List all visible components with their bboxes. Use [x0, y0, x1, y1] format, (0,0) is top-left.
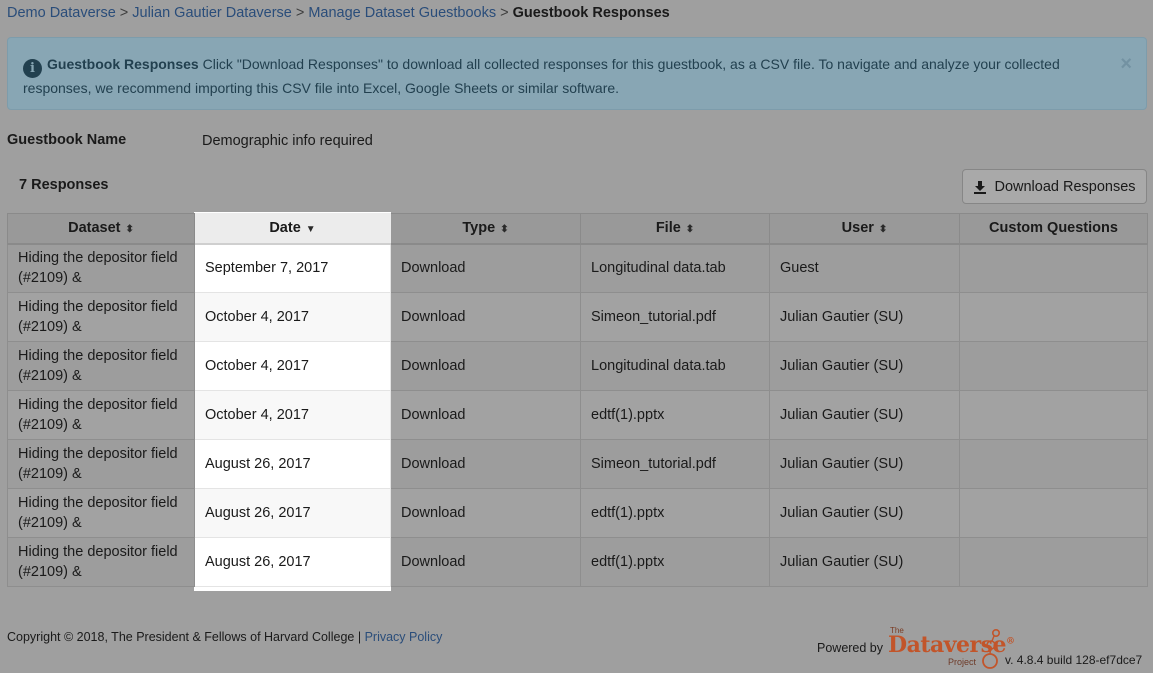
custom-questions-cell	[959, 537, 1148, 587]
info-alert: i Guestbook Responses Click "Download Res…	[7, 37, 1147, 110]
sort-icon: ⬍	[685, 224, 695, 236]
sort-icon: ⬍	[878, 224, 888, 236]
powered-by-label: Powered by	[817, 641, 884, 655]
guestbook-name-value: Demographic info required	[202, 133, 373, 149]
dataset-cell: Hiding the depositor field (#2109) &	[7, 537, 195, 587]
dataset-cell: Hiding the depositor field (#2109) &	[7, 292, 195, 342]
dataset-cell: Hiding the depositor field (#2109) &	[7, 341, 195, 391]
dataset-cell: Hiding the depositor field (#2109) &	[7, 243, 195, 293]
dataset-cell: Hiding the depositor field (#2109) &	[7, 488, 195, 538]
type-cell: Download	[390, 292, 581, 342]
custom-questions-cell	[959, 292, 1148, 342]
breadcrumb-separator: >	[500, 5, 509, 21]
close-icon[interactable]: ×	[1120, 54, 1132, 74]
table-row: Hiding the depositor field (#2109) & Octo…	[7, 390, 1148, 440]
guestbook-name-label: Guestbook Name	[7, 132, 127, 148]
user-cell: Julian Gautier (SU)	[769, 292, 960, 342]
alert-title: Guestbook Responses	[47, 56, 199, 72]
file-cell: edtf(1).pptx	[580, 488, 770, 538]
info-circle-icon: i	[23, 59, 42, 78]
type-cell: Download	[390, 243, 581, 293]
type-cell: Download	[390, 341, 581, 391]
type-cell: Download	[390, 439, 581, 489]
breadcrumb-demo-dataverse[interactable]: Demo Dataverse	[7, 5, 116, 21]
responses-count: 7 Responses	[19, 177, 109, 193]
date-cell: October 4, 2017	[194, 390, 391, 440]
custom-questions-cell	[959, 488, 1148, 538]
table-row: Hiding the depositor field (#2109) & Octo…	[7, 292, 1148, 342]
type-cell: Download	[390, 390, 581, 440]
breadcrumb-manage-guestbooks[interactable]: Manage Dataset Guestbooks	[308, 5, 496, 21]
download-responses-label: Download Responses	[994, 178, 1136, 195]
table-row: Hiding the depositor field (#2109) & Augu…	[7, 537, 1148, 587]
breadcrumb-separator: >	[295, 5, 305, 21]
date-cell: August 26, 2017	[194, 537, 391, 587]
table-row: Hiding the depositor field (#2109) & Octo…	[7, 341, 1148, 391]
date-cell: September 7, 2017	[194, 243, 391, 293]
custom-questions-cell	[959, 341, 1148, 391]
table-header-row: Dataset ⬍ Date ▼ Type ⬍ File ⬍ User ⬍ Custom …	[7, 213, 1148, 245]
custom-questions-cell	[959, 243, 1148, 293]
type-cell: Download	[390, 488, 581, 538]
sort-down-icon: ▼	[305, 224, 316, 236]
dataverse-logo-icon	[982, 628, 1001, 669]
column-header-dataset[interactable]: Dataset ⬍	[7, 213, 195, 245]
sort-icon: ⬍	[500, 224, 509, 236]
column-header-label: File	[655, 220, 681, 237]
date-cell: August 26, 2017	[194, 439, 391, 489]
privacy-policy-link[interactable]: Privacy Policy	[365, 630, 443, 644]
column-header-label: Date	[269, 220, 301, 237]
column-header-custom-questions: Custom Questions	[959, 213, 1148, 245]
breadcrumb-separator: >	[119, 5, 129, 21]
footer-copyright: Copyright © 2018, The President & Fellow…	[7, 630, 442, 644]
file-cell: Longitudinal data.tab	[580, 341, 770, 391]
file-cell: edtf(1).pptx	[580, 390, 770, 440]
dataset-cell: Hiding the depositor field (#2109) &	[7, 439, 195, 489]
user-cell: Guest	[769, 243, 960, 293]
column-header-file[interactable]: File ⬍	[580, 213, 770, 245]
file-cell: Simeon_tutorial.pdf	[580, 439, 770, 489]
download-responses-button[interactable]: Download Responses	[962, 169, 1147, 204]
user-cell: Julian Gautier (SU)	[769, 341, 960, 391]
breadcrumb-julian-gautier-dataverse[interactable]: Julian Gautier Dataverse	[132, 5, 292, 21]
custom-questions-cell	[959, 390, 1148, 440]
user-cell: Julian Gautier (SU)	[769, 390, 960, 440]
breadcrumb: Demo Dataverse > Julian Gautier Dataverse >…	[7, 5, 670, 21]
user-cell: Julian Gautier (SU)	[769, 537, 960, 587]
type-cell: Download	[390, 537, 581, 587]
custom-questions-cell	[959, 439, 1148, 489]
breadcrumb-current: Guestbook Responses	[512, 5, 670, 21]
table-row: Hiding the depositor field (#2109) & Augu…	[7, 439, 1148, 489]
version-label: v. 4.8.4 build 128-ef7dce7	[1005, 653, 1143, 667]
file-cell: Simeon_tutorial.pdf	[580, 292, 770, 342]
file-cell: edtf(1).pptx	[580, 537, 770, 587]
user-cell: Julian Gautier (SU)	[769, 488, 960, 538]
column-header-type[interactable]: Type ⬍	[390, 213, 581, 245]
sort-icon: ⬍	[125, 224, 134, 236]
copyright-text: Copyright © 2018, The President & Fellow…	[7, 630, 362, 644]
dataset-cell: Hiding the depositor field (#2109) &	[7, 390, 195, 440]
file-cell: Longitudinal data.tab	[580, 243, 770, 293]
date-cell: October 4, 2017	[194, 341, 391, 391]
table-row: Hiding the depositor field (#2109) & Augu…	[7, 488, 1148, 538]
column-header-label: Dataset	[68, 220, 121, 237]
date-cell: August 26, 2017	[194, 488, 391, 538]
download-icon	[974, 180, 987, 194]
logo-project: Project	[948, 657, 977, 667]
date-cell: October 4, 2017	[194, 292, 391, 342]
column-header-date[interactable]: Date ▼	[194, 213, 391, 245]
column-header-label: Type	[462, 220, 496, 237]
column-header-user[interactable]: User ⬍	[769, 213, 960, 245]
table-row: Hiding the depositor field (#2109) & Sept…	[7, 243, 1148, 293]
responses-table: Dataset ⬍ Date ▼ Type ⬍ File ⬍ User ⬍ Custom …	[7, 213, 1148, 587]
column-header-label: User	[841, 220, 874, 237]
user-cell: Julian Gautier (SU)	[769, 439, 960, 489]
